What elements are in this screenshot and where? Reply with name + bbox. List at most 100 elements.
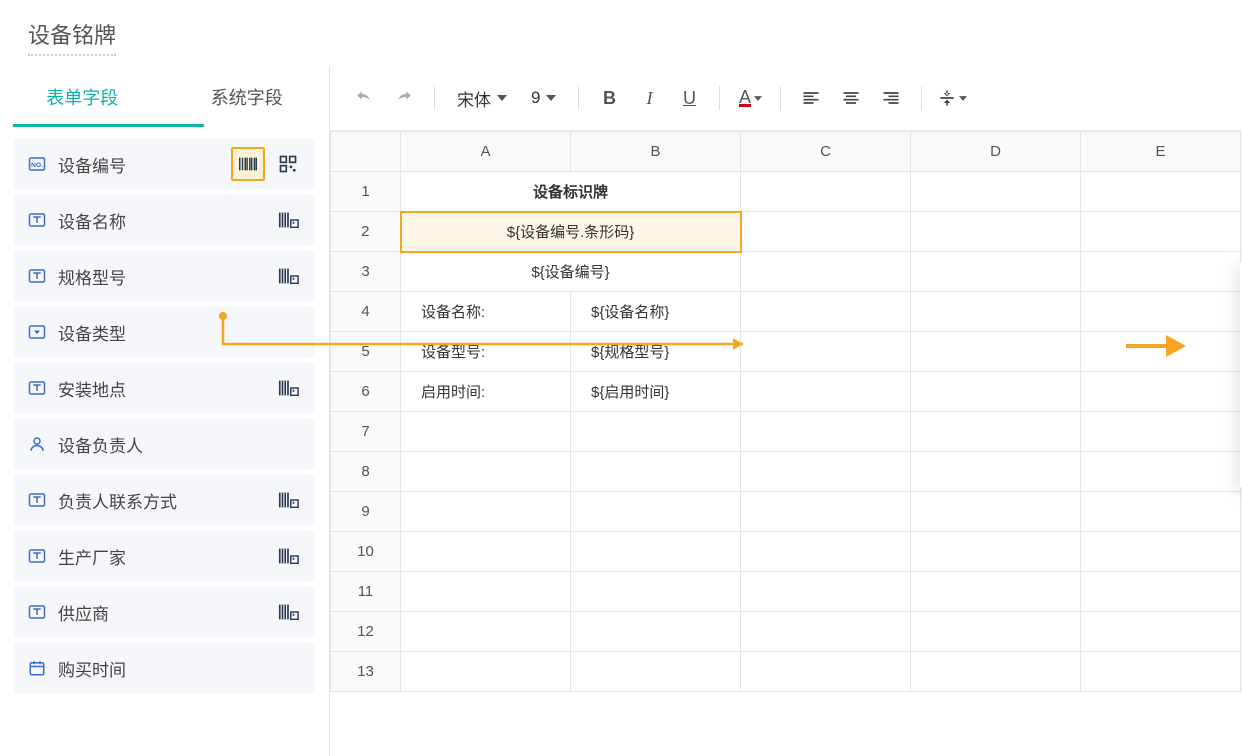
cell[interactable] [741, 492, 911, 532]
cell[interactable] [571, 412, 741, 452]
font-size-select[interactable]: 9 [521, 88, 566, 108]
cell-title[interactable]: 设备标识牌 [401, 172, 741, 212]
field-item[interactable]: 安装地点 [14, 363, 315, 413]
font-color-button[interactable]: A [732, 80, 768, 116]
cell[interactable]: 设备型号: [401, 332, 571, 372]
cell[interactable] [571, 492, 741, 532]
cell[interactable] [911, 412, 1081, 452]
undo-button[interactable] [346, 80, 382, 116]
cell[interactable] [1081, 492, 1241, 532]
row-header[interactable]: 13 [331, 652, 401, 692]
row-header[interactable]: 4 [331, 292, 401, 332]
field-item[interactable]: 生产厂家 [14, 531, 315, 581]
qrcode-icon[interactable] [271, 483, 305, 517]
row-header[interactable]: 11 [331, 572, 401, 612]
cell[interactable] [401, 532, 571, 572]
cell[interactable] [911, 292, 1081, 332]
spreadsheet-grid[interactable]: A B C D E 1设备标识牌2${设备编号.条形码}3${设备编号}4设备名… [330, 131, 1241, 692]
align-center-button[interactable] [833, 80, 869, 116]
tab-system-fields[interactable]: 系统字段 [165, 66, 330, 124]
cell[interactable] [911, 572, 1081, 612]
field-item[interactable]: 购买时间 [14, 643, 315, 693]
cell[interactable]: 启用时间: [401, 372, 571, 412]
cell[interactable] [571, 572, 741, 612]
row-header[interactable]: 6 [331, 372, 401, 412]
cell[interactable] [1081, 412, 1241, 452]
col-header-a[interactable]: A [401, 132, 571, 172]
col-header-d[interactable]: D [911, 132, 1081, 172]
cell[interactable] [1081, 212, 1241, 252]
font-select[interactable]: 宋体 [447, 86, 517, 111]
field-item[interactable]: 设备名称 [14, 195, 315, 245]
cell[interactable] [571, 532, 741, 572]
cell[interactable] [1081, 372, 1241, 412]
field-item[interactable]: 供应商 [14, 587, 315, 637]
cell[interactable] [911, 252, 1081, 292]
row-header[interactable]: 12 [331, 612, 401, 652]
cell-barcode-placeholder[interactable]: ${设备编号.条形码} [401, 212, 741, 252]
italic-button[interactable]: I [631, 80, 667, 116]
cell[interactable] [401, 652, 571, 692]
row-header[interactable]: 9 [331, 492, 401, 532]
cell[interactable] [741, 452, 911, 492]
field-item[interactable]: 设备负责人 [14, 419, 315, 469]
cell[interactable] [741, 252, 911, 292]
cell[interactable] [1081, 572, 1241, 612]
cell[interactable] [741, 652, 911, 692]
cell[interactable] [1081, 252, 1241, 292]
cell[interactable] [911, 492, 1081, 532]
cell[interactable] [1081, 292, 1241, 332]
cell[interactable]: ${规格型号} [571, 332, 741, 372]
cell[interactable] [1081, 452, 1241, 492]
qrcode-icon[interactable] [271, 147, 305, 181]
cell[interactable] [401, 492, 571, 532]
align-left-button[interactable] [793, 80, 829, 116]
cell[interactable] [741, 212, 911, 252]
cell[interactable] [911, 652, 1081, 692]
row-header[interactable]: 7 [331, 412, 401, 452]
cell[interactable] [911, 612, 1081, 652]
cell[interactable] [401, 452, 571, 492]
cell[interactable] [1081, 532, 1241, 572]
qrcode-icon[interactable] [271, 595, 305, 629]
cell[interactable] [741, 612, 911, 652]
tab-form-fields[interactable]: 表单字段 [0, 66, 165, 124]
row-header[interactable]: 5 [331, 332, 401, 372]
cell[interactable] [911, 212, 1081, 252]
cell[interactable] [741, 292, 911, 332]
cell[interactable]: ${启用时间} [571, 372, 741, 412]
row-header[interactable]: 1 [331, 172, 401, 212]
cell[interactable] [741, 332, 911, 372]
cell[interactable] [911, 332, 1081, 372]
cell[interactable] [741, 532, 911, 572]
row-header[interactable]: 3 [331, 252, 401, 292]
align-right-button[interactable] [873, 80, 909, 116]
field-item[interactable]: 负责人联系方式 [14, 475, 315, 525]
field-item[interactable]: 设备类型 [14, 307, 315, 357]
cell[interactable] [571, 452, 741, 492]
cell[interactable] [401, 572, 571, 612]
row-header[interactable]: 8 [331, 452, 401, 492]
qrcode-icon[interactable] [271, 371, 305, 405]
qrcode-icon[interactable] [271, 539, 305, 573]
qrcode-icon[interactable] [271, 203, 305, 237]
cell[interactable] [911, 172, 1081, 212]
cell[interactable] [741, 572, 911, 612]
valign-middle-button[interactable] [934, 80, 970, 116]
cell[interactable] [911, 532, 1081, 572]
barcode-icon[interactable] [231, 147, 265, 181]
field-item[interactable]: 规格型号 [14, 251, 315, 301]
cell[interactable] [401, 612, 571, 652]
cell[interactable] [571, 652, 741, 692]
row-header[interactable]: 10 [331, 532, 401, 572]
redo-button[interactable] [386, 80, 422, 116]
field-item[interactable]: NO.设备编号 [14, 139, 315, 189]
cell[interactable]: 设备名称: [401, 292, 571, 332]
cell[interactable] [1081, 172, 1241, 212]
col-header-c[interactable]: C [741, 132, 911, 172]
col-header-b[interactable]: B [571, 132, 741, 172]
row-header[interactable]: 2 [331, 212, 401, 252]
cell[interactable] [911, 372, 1081, 412]
cell[interactable] [741, 172, 911, 212]
qrcode-icon[interactable] [271, 259, 305, 293]
